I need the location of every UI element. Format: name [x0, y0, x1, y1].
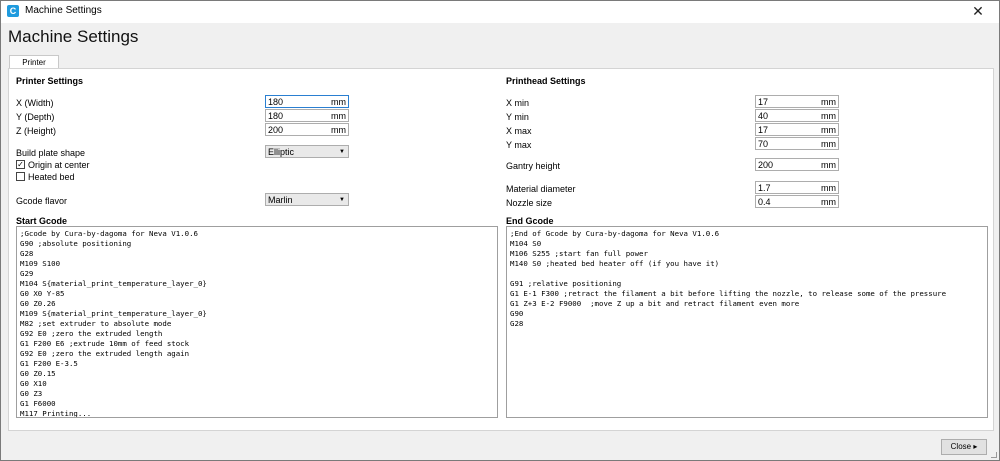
window-close-icon[interactable]: ✕ — [965, 2, 991, 20]
x-width-field[interactable]: 180 mm — [265, 95, 349, 108]
y-depth-field[interactable]: 180 mm — [265, 109, 349, 122]
build-plate-shape-label: Build plate shape — [16, 148, 86, 158]
y-min-label: Y min — [506, 112, 529, 122]
resize-grip-icon[interactable] — [991, 452, 997, 458]
dialog-heading: Machine Settings — [8, 27, 139, 46]
gcode-flavor-select[interactable]: Marlin ▼ — [265, 193, 349, 206]
printer-settings-title: Printer Settings — [16, 76, 84, 86]
gantry-height-label: Gantry height — [506, 161, 561, 171]
heated-bed-checkbox[interactable]: Heated bed — [16, 171, 136, 183]
x-width-label: X (Width) — [16, 98, 54, 108]
checkmark-icon: ✓ — [16, 160, 25, 169]
nozzle-size-label: Nozzle size — [506, 198, 553, 208]
material-diameter-label: Material diameter — [506, 184, 576, 194]
z-height-field[interactable]: 200 mm — [265, 123, 349, 136]
x-max-label: X max — [506, 126, 532, 136]
settings-panel: Printer Settings X (Width) 180 mm Y (Dept… — [8, 68, 994, 431]
y-depth-label: Y (Depth) — [16, 112, 55, 122]
printhead-settings-title: Printhead Settings — [506, 76, 586, 86]
end-gcode-title: End Gcode — [506, 216, 554, 226]
title-bar: C Machine Settings ✕ — [1, 1, 999, 23]
start-gcode-title: Start Gcode — [16, 216, 68, 226]
x-max-field[interactable]: 17 mm — [755, 123, 839, 136]
origin-at-center-checkbox[interactable]: ✓ Origin at center — [16, 159, 136, 171]
nozzle-size-field[interactable]: 0.4 mm — [755, 195, 839, 208]
close-button[interactable]: Close ▸ — [941, 439, 987, 455]
z-height-label: Z (Height) — [16, 126, 57, 136]
machine-settings-window: C Machine Settings ✕ Machine Settings Pr… — [0, 0, 1000, 461]
gcode-flavor-label: Gcode flavor — [16, 196, 68, 206]
dropdown-arrow-icon: ▼ — [339, 149, 345, 155]
build-plate-shape-select[interactable]: Elliptic ▼ — [265, 145, 349, 158]
cura-app-icon: C — [7, 5, 19, 17]
window-title: Machine Settings — [25, 5, 102, 16]
start-gcode-editor[interactable]: ;Gcode by Cura-by-dagoma for Neva V1.0.6… — [16, 226, 498, 418]
material-diameter-field[interactable]: 1.7 mm — [755, 181, 839, 194]
dropdown-arrow-icon: ▼ — [339, 197, 345, 203]
x-min-label: X min — [506, 98, 530, 108]
end-gcode-editor[interactable]: ;End of Gcode by Cura-by-dagoma for Neva… — [506, 226, 988, 418]
y-max-field[interactable]: 70 mm — [755, 137, 839, 150]
x-min-field[interactable]: 17 mm — [755, 95, 839, 108]
y-min-field[interactable]: 40 mm — [755, 109, 839, 122]
tab-printer[interactable]: Printer — [9, 55, 59, 69]
gantry-height-field[interactable]: 200 mm — [755, 158, 839, 171]
y-max-label: Y max — [506, 140, 532, 150]
